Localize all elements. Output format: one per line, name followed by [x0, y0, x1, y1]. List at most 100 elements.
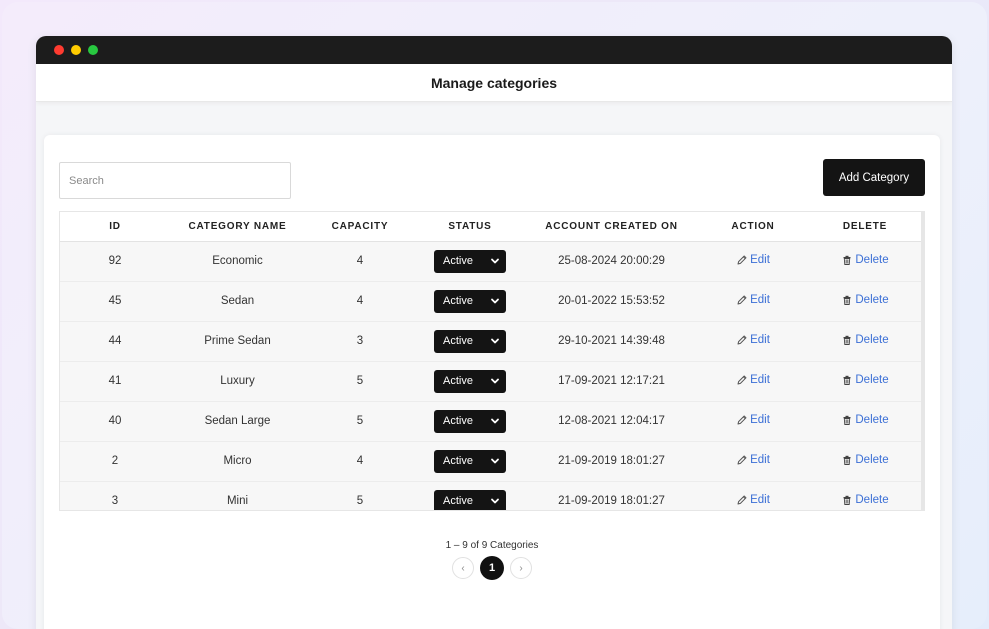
edit-link[interactable]: Edit: [736, 494, 770, 506]
edit-link[interactable]: Edit: [736, 454, 770, 466]
delete-link[interactable]: Delete: [841, 454, 889, 466]
cell-id: 41: [60, 361, 170, 402]
status-dropdown[interactable]: Active: [434, 409, 506, 433]
pencil-icon: [737, 295, 747, 304]
edit-link[interactable]: Edit: [736, 414, 770, 426]
categories-table: ID CATEGORY NAME CAPACITY STATUS ACCOUNT…: [60, 212, 921, 510]
cell-created-on: 20-01-2022 15:53:52: [525, 281, 698, 322]
edit-label: Edit: [750, 413, 770, 426]
cell-action: Edit: [698, 361, 808, 402]
trash-icon: [843, 335, 851, 345]
edit-link[interactable]: Edit: [736, 254, 770, 266]
delete-link[interactable]: Delete: [841, 413, 889, 426]
status-label: Active: [443, 375, 473, 387]
edit-label: Edit: [750, 493, 770, 506]
edit-label: Edit: [750, 293, 770, 306]
trash-icon: [843, 455, 851, 465]
chevron-down-icon: [491, 258, 499, 264]
status-label: Active: [443, 255, 473, 267]
edit-label: Edit: [750, 373, 770, 386]
delete-link[interactable]: Delete: [841, 253, 889, 266]
categories-table-container[interactable]: ID CATEGORY NAME CAPACITY STATUS ACCOUNT…: [59, 211, 925, 511]
delete-label: Delete: [855, 493, 889, 506]
cell-created-on: 21-09-2019 18:01:27: [525, 481, 698, 510]
categories-card: Add Category ID CATEGORY NAME CAPACITY S…: [44, 135, 940, 629]
cell-capacity: 5: [305, 481, 415, 510]
cell-category-name: Sedan Large: [170, 401, 305, 442]
chevron-down-icon: [491, 298, 499, 304]
trash-icon: [843, 375, 851, 385]
page-title: Manage categories: [430, 74, 558, 91]
cell-action: Edit: [698, 241, 808, 282]
column-header-action: ACTION: [698, 212, 808, 242]
cell-category-name: Sedan: [170, 281, 305, 322]
cell-id: 92: [60, 241, 170, 282]
status-dropdown[interactable]: Active: [434, 369, 506, 393]
status-dropdown[interactable]: Active: [434, 489, 506, 510]
cell-id: 3: [60, 481, 170, 510]
maximize-window-button[interactable]: [88, 45, 98, 55]
add-category-button[interactable]: Add Category: [823, 159, 925, 196]
window-titlebar: [36, 36, 952, 64]
status-label: Active: [443, 495, 473, 507]
delete-link[interactable]: Delete: [841, 293, 889, 306]
delete-label: Delete: [855, 373, 889, 386]
cell-delete: Delete: [808, 441, 921, 482]
delete-label: Delete: [855, 413, 889, 426]
trash-icon: [843, 255, 851, 265]
table-body: 92 Economic 4 Active 25-08-2024 20:00:29…: [60, 241, 921, 510]
pencil-icon: [737, 335, 747, 344]
delete-label: Delete: [855, 253, 889, 266]
cell-category-name: Micro: [170, 441, 305, 482]
cell-delete: Delete: [808, 361, 921, 402]
cell-delete: Delete: [808, 481, 921, 510]
pencil-icon: [737, 375, 747, 384]
status-dropdown[interactable]: Active: [434, 249, 506, 273]
next-page-button[interactable]: ›: [510, 557, 532, 579]
edit-link[interactable]: Edit: [736, 294, 770, 306]
status-dropdown[interactable]: Active: [434, 289, 506, 313]
cell-capacity: 4: [305, 241, 415, 282]
delete-link[interactable]: Delete: [841, 373, 889, 386]
cell-id: 44: [60, 321, 170, 362]
delete-link[interactable]: Delete: [841, 334, 889, 346]
pencil-icon: [737, 255, 747, 264]
column-header-delete: DELETE: [808, 212, 921, 242]
minimize-window-button[interactable]: [71, 45, 81, 55]
trash-icon: [843, 415, 851, 425]
pagination: ‹ 1 ›: [44, 556, 940, 580]
close-window-button[interactable]: [54, 45, 64, 55]
column-header-category-name: CATEGORY NAME: [170, 212, 305, 242]
cell-action: Edit: [698, 281, 808, 322]
pagination-summary: 1 – 9 of 9 Categories: [445, 540, 539, 551]
edit-link[interactable]: Edit: [736, 334, 770, 346]
delete-link[interactable]: Delete: [841, 493, 889, 506]
cell-action: Edit: [698, 401, 808, 442]
cell-status: Active: [415, 281, 525, 322]
status-label: Active: [443, 415, 473, 427]
previous-page-button[interactable]: ‹: [452, 557, 474, 579]
table-row: 41 Luxury 5 Active 17-09-2021 12:17:21 E…: [60, 361, 921, 402]
search-input[interactable]: [59, 162, 291, 199]
cell-delete: Delete: [808, 241, 921, 282]
browser-window: Manage categories Add Category ID CATEGO…: [36, 36, 952, 629]
cell-created-on: 29-10-2021 14:39:48: [525, 321, 698, 362]
cell-created-on: 12-08-2021 12:04:17: [525, 401, 698, 442]
delete-label: Delete: [855, 293, 889, 306]
table-row: 92 Economic 4 Active 25-08-2024 20:00:29…: [60, 241, 921, 282]
edit-label: Edit: [750, 333, 770, 346]
trash-icon: [843, 495, 851, 505]
pencil-icon: [737, 455, 747, 464]
chevron-down-icon: [491, 338, 499, 344]
status-dropdown[interactable]: Active: [434, 449, 506, 473]
cell-created-on: 17-09-2021 12:17:21: [525, 361, 698, 402]
cell-capacity: 5: [305, 401, 415, 442]
cell-action: Edit: [698, 441, 808, 482]
chevron-down-icon: [491, 378, 499, 384]
cell-delete: Delete: [808, 321, 921, 362]
status-dropdown[interactable]: Active: [434, 329, 506, 353]
cell-status: Active: [415, 321, 525, 362]
edit-link[interactable]: Edit: [736, 374, 770, 386]
page-1-button[interactable]: 1: [480, 556, 504, 580]
cell-status: Active: [415, 241, 525, 282]
